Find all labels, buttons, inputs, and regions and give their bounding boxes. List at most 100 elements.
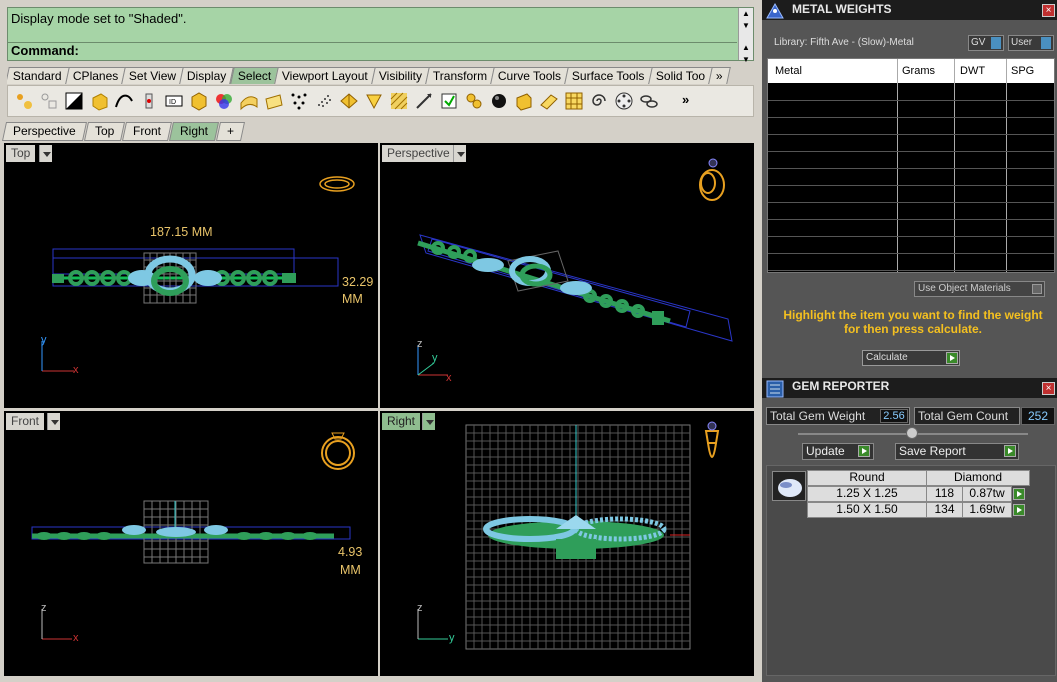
tab-front[interactable]: Front — [122, 122, 173, 141]
tab-perspective[interactable]: Perspective — [1, 122, 87, 141]
table-row[interactable] — [768, 270, 1054, 271]
tab-set-view[interactable]: Set View — [121, 67, 185, 84]
select-blocks-icon[interactable] — [414, 91, 434, 111]
metal-weights-table[interactable]: Metal Grams DWT SPG — [767, 58, 1055, 273]
axis-x-label: x — [73, 632, 79, 644]
table-row[interactable] — [768, 219, 1054, 220]
gem-count: 118 — [926, 486, 963, 502]
play-icon[interactable] — [1013, 488, 1025, 500]
viewport-front[interactable]: x z Front 4.93 MM — [4, 411, 378, 676]
tab-standard[interactable]: Standard — [7, 67, 70, 84]
total-gem-count-label: Total Gem Count — [914, 407, 1020, 425]
round-diamond-icon — [772, 471, 806, 501]
select-solids-icon[interactable] — [189, 91, 209, 111]
tab-right[interactable]: Right — [169, 122, 220, 141]
scroll-arrows-icon[interactable]: ▲ ▼ — [738, 42, 753, 64]
toolbar-tab-strip: Standard CPlanes Set View Display Select… — [7, 67, 754, 85]
play-icon[interactable] — [858, 445, 870, 457]
select-by-color-icon[interactable] — [214, 91, 234, 111]
table-row[interactable] — [768, 168, 1054, 169]
gem-material-header: Diamond — [926, 470, 1030, 486]
select-chain-icon[interactable] — [639, 91, 659, 111]
select-annotations-icon[interactable] — [364, 91, 384, 111]
invert-selection-icon[interactable] — [64, 91, 84, 111]
select-curves-icon[interactable] — [114, 91, 134, 111]
play-icon[interactable] — [1004, 445, 1016, 457]
select-lights-icon[interactable] — [139, 91, 159, 111]
select-planar-icon[interactable] — [539, 91, 559, 111]
table-row[interactable] — [768, 236, 1054, 237]
select-none-icon[interactable] — [39, 91, 59, 111]
tab-viewport-layout[interactable]: Viewport Layout — [274, 67, 376, 84]
select-hatches-icon[interactable] — [389, 91, 409, 111]
select-disk-icon[interactable] — [614, 91, 634, 111]
scale-icon — [766, 2, 784, 20]
chevron-down-icon[interactable] — [39, 145, 52, 162]
viewport-perspective[interactable]: x y z Perspective — [380, 143, 754, 408]
use-object-materials-toggle[interactable]: Use Object Materials — [914, 281, 1045, 297]
save-report-button[interactable]: Save Report — [895, 443, 1019, 460]
select-point-clouds-icon[interactable] — [314, 91, 334, 111]
tab-cplanes[interactable]: CPlanes — [64, 67, 126, 84]
select-open-surfaces-icon[interactable] — [339, 91, 359, 111]
tab-visibility[interactable]: Visibility — [370, 67, 430, 84]
play-icon[interactable] — [1013, 504, 1025, 516]
select-surfaces-icon[interactable] — [239, 91, 259, 111]
command-area[interactable]: Display mode set to "Shaded". Command: ▲… — [7, 7, 754, 64]
chevron-down-icon[interactable] — [47, 413, 60, 430]
command-prompt[interactable]: Command: — [11, 43, 79, 58]
select-all-icon[interactable] — [14, 91, 34, 111]
table-row[interactable] — [768, 151, 1054, 152]
select-grid-icon[interactable] — [564, 91, 584, 111]
column-header-spg: SPG — [1011, 65, 1035, 77]
select-polysurfaces-icon[interactable] — [89, 91, 109, 111]
close-icon[interactable]: × — [1042, 382, 1055, 395]
select-points-icon[interactable] — [289, 91, 309, 111]
depth-dimension-unit: MM — [340, 563, 361, 577]
toolbar-overflow-button[interactable]: » — [708, 67, 731, 84]
chevron-down-icon[interactable] — [453, 145, 466, 162]
viewport-front-label[interactable]: Front — [6, 413, 45, 430]
viewport-top-label[interactable]: Top — [6, 145, 36, 162]
select-dimensions-icon[interactable]: ID — [164, 91, 184, 111]
gem-size: 1.50 X 1.50 — [807, 502, 927, 518]
tab-curve-tools[interactable]: Curve Tools — [490, 67, 570, 84]
gv-toggle[interactable]: GV — [968, 35, 1004, 51]
viewport-top[interactable]: x y Top 187.15 MM 32.29 MM — [4, 143, 378, 408]
chevron-down-icon[interactable] — [422, 413, 435, 430]
table-row[interactable] — [768, 185, 1054, 186]
table-row[interactable] — [768, 202, 1054, 203]
select-meshes-icon[interactable] — [264, 91, 284, 111]
axis-x-label: x — [446, 372, 452, 384]
viewport-perspective-label[interactable]: Perspective — [382, 145, 455, 162]
slider-thumb[interactable] — [906, 427, 918, 439]
height-dimension-unit: MM — [342, 292, 363, 306]
tab-solid-tools[interactable]: Solid Too — [647, 67, 713, 84]
tab-surface-tools[interactable]: Surface Tools — [564, 67, 653, 84]
viewport-right[interactable]: y z Right — [380, 411, 754, 676]
axis-y-label: y — [449, 632, 455, 644]
toolbar-more-button[interactable]: » — [682, 91, 702, 111]
tab-display[interactable]: Display — [179, 67, 235, 84]
table-row[interactable] — [768, 117, 1054, 118]
command-history: Display mode set to "Shaded". — [11, 11, 187, 26]
column-header-grams: Grams — [902, 65, 935, 77]
viewport-tab-strip: Perspective Top Front Right + — [1, 122, 246, 141]
select-last-icon[interactable] — [439, 91, 459, 111]
tab-select[interactable]: Select — [229, 67, 279, 84]
scroll-arrows-icon[interactable]: ▲ ▼ — [738, 8, 753, 42]
add-viewport-tab[interactable]: + — [216, 122, 246, 141]
close-icon[interactable]: × — [1042, 4, 1055, 17]
tab-top[interactable]: Top — [83, 122, 126, 141]
user-toggle[interactable]: User — [1008, 35, 1054, 51]
tab-transform[interactable]: Transform — [425, 67, 495, 84]
select-groups-icon[interactable] — [464, 91, 484, 111]
table-row[interactable] — [768, 100, 1054, 101]
select-spheres-icon[interactable] — [489, 91, 509, 111]
play-icon[interactable] — [946, 352, 958, 364]
select-spiral-icon[interactable] — [589, 91, 609, 111]
select-boxes-icon[interactable] — [514, 91, 534, 111]
table-row[interactable] — [768, 134, 1054, 135]
viewport-right-label[interactable]: Right — [382, 413, 421, 430]
table-row[interactable] — [768, 253, 1054, 254]
